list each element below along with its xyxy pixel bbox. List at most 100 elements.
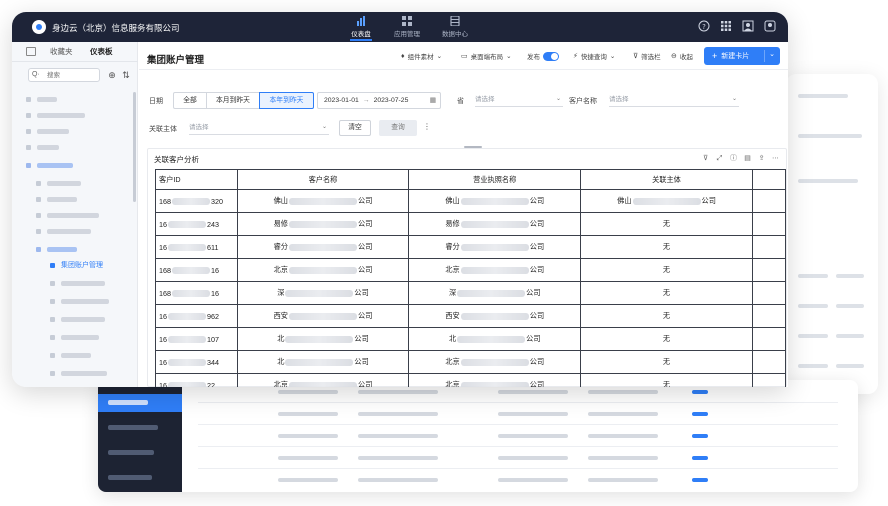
province-select[interactable]: 请选择 ⌄ [475,93,563,107]
column-header[interactable]: 客户ID [155,169,238,190]
toggle-switch[interactable] [543,51,559,61]
sidebar-scrollbar[interactable] [133,92,136,202]
folder-icon [26,162,31,168]
segment-month-to-yesterday[interactable]: 本月到昨天 [206,92,260,109]
image-icon[interactable] [742,20,754,32]
collapse-icon: ⊖ [671,53,677,60]
clear-button[interactable]: 清空 [339,120,371,136]
sidebar-item[interactable] [36,192,77,206]
customer-name-label: 客户名称 [569,98,597,105]
main-window: 身边云（北京）信息服务有限公司 仪表盘 应用管理 数据中心 ? 收藏夹 仪表板 … [12,12,788,387]
layout-button[interactable]: ▭ 桌面端布局 ⌄ [461,51,512,61]
chevron-down-icon: ⌄ [506,53,512,60]
search-input[interactable] [47,70,97,81]
plus-icon: + [712,51,718,61]
cell-related-entity: 无 [580,212,753,236]
nav-tab-dashboard[interactable]: 仪表盘 [338,16,384,42]
card-toolbar: ⊽ ⤢ ⓘ ▤ ⇪ ⋯ [701,154,780,163]
components-button[interactable]: ♦ 组件素材 ⌄ [401,51,443,62]
sidebar-item[interactable] [36,208,99,222]
filter-icon[interactable]: ⊽ [701,154,710,163]
sidebar-item[interactable] [26,92,57,106]
sidebar-item[interactable] [50,312,105,326]
nav-tab-app-management[interactable]: 应用管理 [384,16,430,42]
main-content: 集团账户管理 ♦ 组件素材 ⌄ ▭ 桌面端布局 ⌄ 发布 ⚡ 快捷查询 ⌄ ⊽ 筛选栏 ⊖ 收起… [139,42,788,387]
quick-query-button[interactable]: ⚡ 快捷查询 ⌄ [573,51,615,61]
sidebar-item[interactable] [26,158,73,172]
cell-customer-id: 16 107 [155,327,238,351]
redacted-blur [172,198,210,206]
chevron-down-icon: ⌄ [436,53,443,60]
redacted-blur [460,243,529,251]
info-icon[interactable]: ⓘ [729,154,738,163]
sidebar-item[interactable] [36,242,77,256]
sidebar-item[interactable] [50,348,91,362]
file-icon [36,196,41,202]
cell-extra [751,304,787,328]
divider [139,69,788,70]
column-header[interactable]: 关联主体 [580,169,753,190]
new-card-button[interactable]: + 新建卡片 ⌄ [704,47,780,65]
sidebar-item[interactable] [36,224,91,238]
customer-name-select[interactable]: 请选择 ⌄ [609,93,739,107]
segment-all[interactable]: 全部 [173,92,207,109]
customer-table: 客户ID 客户名称 营业执照名称 关联主体 168 320 佛山 公司 佛山 公司 佛山 公司… [155,169,787,387]
sidebar-item[interactable] [36,176,81,190]
table-row[interactable]: 16 22 北京 公司 北京 公司无 [155,373,787,387]
table-row[interactable]: 16 107 北公司北公司无 [155,327,787,351]
nav-tab-label: 仪表盘 [351,31,371,38]
entity-select[interactable]: 请选择 ⌄ [189,121,329,135]
nav-tab-data-center[interactable]: 数据中心 [432,16,478,42]
date-label: 日期 [149,98,163,105]
cell-customer-id: 168 16 [155,258,238,282]
user-icon[interactable] [764,20,776,32]
sidebar-item[interactable] [26,124,69,138]
filter-bar-button[interactable]: ⊽ 筛选栏 [633,51,661,61]
collapse-panel-icon[interactable] [26,47,36,56]
sidebar-item[interactable] [50,294,109,308]
cell-customer-id: 16 344 [155,350,238,374]
more-vertical-icon[interactable]: ⋮ [423,122,431,131]
sidebar-item[interactable] [50,330,99,344]
table-icon[interactable]: ▤ [743,154,752,163]
background-window-right [786,74,878,394]
sidebar-search[interactable]: Q· [28,68,100,82]
segment-year-to-yesterday[interactable]: 本年到昨天 [259,92,314,109]
cell-extra [751,327,787,351]
sort-icon[interactable]: ⇅ [120,69,132,81]
sidebar-item[interactable] [26,108,85,122]
expand-icon[interactable]: ⤢ [715,154,724,163]
table-row[interactable]: 168 16 深公司深公司无 [155,281,787,305]
export-icon[interactable]: ⇪ [757,154,766,163]
column-header[interactable]: 客户名称 [236,169,410,190]
table-row[interactable]: 16 611 睿分 公司 睿分 公司无 [155,235,787,259]
table-row[interactable]: 16 243 易修 公司 易修 公司无 [155,212,787,236]
collapse-button[interactable]: ⊖ 收起 [671,51,693,61]
date-range-picker[interactable]: 2023-01-01 → 2023-07-25 ▦ [317,92,441,109]
chevron-down-icon[interactable]: ⌄ [769,50,775,58]
table-row[interactable]: 168 16 北京 公司 北京 公司无 [155,258,787,282]
more-icon[interactable]: ⋯ [771,154,780,163]
redacted-blur [457,335,526,343]
table-row[interactable]: 168 320 佛山 公司 佛山 公司 佛山 公司 [155,189,787,213]
help-icon[interactable]: ? [698,20,710,32]
cell-related-entity: 佛山 公司 [580,189,753,213]
sidebar-item[interactable] [26,140,59,154]
apps-icon[interactable] [720,20,732,32]
publish-toggle[interactable]: 发布 [527,51,559,61]
tab-favorites[interactable]: 收藏夹 [50,46,73,57]
page-title: 集团账户管理 [147,55,205,66]
folder-icon [26,112,31,118]
background-window-bottom [98,380,858,492]
table-row[interactable]: 16 344 北公司 北京 公司无 [155,350,787,374]
add-icon[interactable]: ⊕ [106,69,118,81]
sidebar-item[interactable] [50,276,105,290]
column-header[interactable]: 营业执照名称 [408,169,582,190]
file-icon [50,352,55,358]
query-button[interactable]: 查询 [379,120,417,136]
tab-dashboards[interactable]: 仪表板 [90,46,113,57]
sidebar-item-group-account[interactable]: 集团账户管理 [50,258,103,272]
table-row[interactable]: 16 962 西安 公司 西安 公司无 [155,304,787,328]
sidebar-item[interactable] [50,366,107,380]
cell-extra [751,189,787,213]
